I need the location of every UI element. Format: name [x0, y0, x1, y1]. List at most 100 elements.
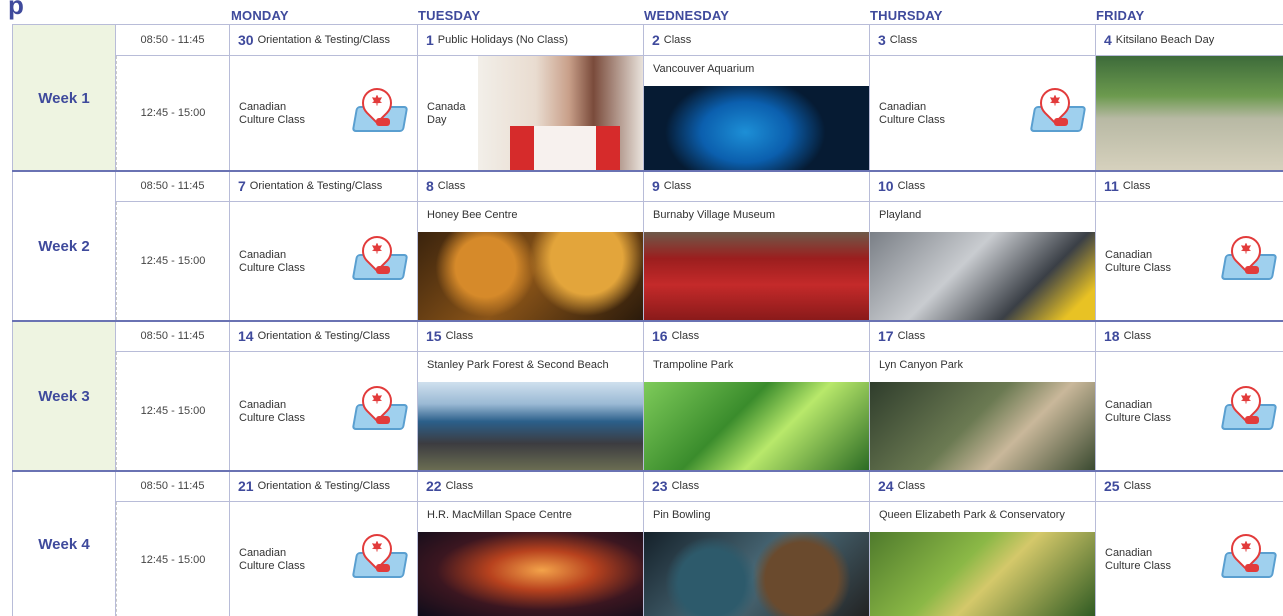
- date-number: 17: [878, 328, 894, 344]
- afternoon-row: 12:45 - 15:00 Canadian Culture Class H.R. M…: [116, 502, 1283, 616]
- culture-line-1: Canadian: [879, 100, 927, 113]
- culture-line-1: Canadian: [1105, 398, 1153, 411]
- afternoon-cell: H.R. MacMillan Space Centre: [418, 502, 644, 616]
- day-header-tuesday: TUESDAY: [418, 8, 481, 23]
- activity-photo: [418, 382, 643, 470]
- date-number: 8: [426, 178, 434, 194]
- canada-map-pin-icon: [1028, 81, 1087, 134]
- time-slot: 08:50 - 11:45: [116, 171, 230, 201]
- time-slot: 08:50 - 11:45: [116, 321, 230, 351]
- afternoon-row: 12:45 - 15:00 Canadian Culture Class Canada…: [116, 56, 1283, 171]
- culture-line-2: Culture Class: [1105, 559, 1172, 572]
- morning-activity: Class: [663, 34, 692, 46]
- morning-row: 08:50 - 11:45 14 Orientation & Testing/Cla…: [116, 321, 1283, 352]
- day-headers: MONDAY TUESDAY WEDNESDAY THURSDAY FRIDAY: [0, 8, 1283, 24]
- activity-photo: [644, 532, 869, 616]
- afternoon-cell: Vancouver Aquarium: [644, 56, 870, 170]
- afternoon-cell: Pin Bowling: [644, 502, 870, 616]
- time-slot: 12:45 - 15:00: [116, 352, 230, 470]
- date-number: 9: [652, 178, 660, 194]
- culture-class-label: Canadian Culture Class: [239, 547, 305, 573]
- morning-activity: Class: [897, 330, 926, 342]
- activity-title: Pin Bowling: [653, 509, 711, 521]
- activity-title: Burnaby Village Museum: [653, 209, 776, 221]
- morning-activity: Class: [897, 480, 926, 492]
- culture-class-label: Canadian Culture Class: [1105, 547, 1171, 573]
- activity-title: Queen Elizabeth Park & Conservatory: [879, 509, 1065, 521]
- canada-map-pin-icon: [350, 379, 409, 432]
- week-label: Week 3: [12, 321, 116, 471]
- day-cell: 3 Class: [870, 25, 1096, 55]
- morning-row: 08:50 - 11:45 7 Orientation & Testing/Clas…: [116, 171, 1283, 202]
- day-cell: 14 Orientation & Testing/Class: [230, 321, 418, 351]
- culture-line-2: Culture Class: [239, 559, 306, 572]
- day-cell: 11 Class: [1096, 171, 1283, 201]
- morning-row: 08:50 - 11:45 30 Orientation & Testing/Cla…: [116, 25, 1283, 56]
- morning-activity: Class: [1122, 180, 1151, 192]
- morning-activity: Class: [671, 480, 700, 492]
- culture-class-label: Canadian Culture Class: [879, 101, 945, 127]
- morning-activity: Class: [1123, 480, 1152, 492]
- date-number: 7: [238, 178, 246, 194]
- afternoon-cell: Honey Bee Centre: [418, 202, 644, 320]
- afternoon-cell: Queen Elizabeth Park & Conservatory: [870, 502, 1096, 616]
- afternoon-cell: Canadian Culture Class: [870, 56, 1096, 170]
- activity-title: Vancouver Aquarium: [653, 63, 755, 75]
- activity-title: Lyn Canyon Park: [879, 359, 963, 371]
- morning-activity: Class: [671, 330, 700, 342]
- culture-line-2: Culture Class: [239, 411, 306, 424]
- time-slot: 12:45 - 15:00: [116, 202, 230, 320]
- culture-line-2: Culture Class: [879, 113, 946, 126]
- canada-map-pin-icon: [350, 81, 409, 134]
- week-separator: [12, 320, 1283, 322]
- morning-activity: Class: [897, 180, 926, 192]
- date-number: 30: [238, 32, 254, 48]
- activity-photo: [418, 232, 643, 320]
- culture-class-label: Canadian Culture Class: [239, 399, 305, 425]
- culture-line-1: Canadian: [1105, 248, 1153, 261]
- day-cell: 16 Class: [644, 321, 870, 351]
- canada-map-pin-icon: [1219, 379, 1278, 432]
- week-block: Week 3 08:50 - 11:45 14 Orientation & Testi…: [12, 320, 1283, 471]
- day-cell: 9 Class: [644, 171, 870, 201]
- culture-line-2: Culture Class: [239, 261, 306, 274]
- afternoon-cell: Canadian Culture Class: [1096, 352, 1283, 470]
- morning-activity: Class: [445, 330, 474, 342]
- canada-map-pin-icon: [1219, 527, 1278, 580]
- day-cell: 18 Class: [1096, 321, 1283, 351]
- day-header-friday: FRIDAY: [1096, 8, 1145, 23]
- canada-flag-icon: [510, 126, 620, 170]
- activity-photo: [644, 232, 869, 320]
- schedule-grid: Week 1 08:50 - 11:45 30 Orientation & Testi…: [12, 24, 1283, 616]
- time-slot: 12:45 - 15:00: [116, 502, 230, 616]
- week-block: Week 2 08:50 - 11:45 7 Orientation & Testin…: [12, 170, 1283, 321]
- afternoon-cell: Canadian Culture Class: [230, 202, 418, 320]
- day-cell: 2 Class: [644, 25, 870, 55]
- activity-title: Trampoline Park: [653, 359, 734, 371]
- activity-photo: [418, 532, 643, 616]
- day-cell: 15 Class: [418, 321, 644, 351]
- afternoon-cell: Playland: [870, 202, 1096, 320]
- date-number: 1: [426, 32, 434, 48]
- morning-activity: Class: [437, 180, 466, 192]
- afternoon-cell: Canadian Culture Class: [230, 502, 418, 616]
- date-number: 3: [878, 32, 886, 48]
- date-number: 14: [238, 328, 254, 344]
- time-slot: 08:50 - 11:45: [116, 471, 230, 501]
- morning-activity: Class: [889, 34, 918, 46]
- date-number: 2: [652, 32, 660, 48]
- date-number: 22: [426, 478, 442, 494]
- day-cell: 24 Class: [870, 471, 1096, 501]
- activity-title: Playland: [879, 209, 922, 221]
- morning-activity: Public Holidays (No Class): [437, 34, 569, 46]
- culture-line-2: Culture Class: [239, 113, 306, 126]
- culture-class-label: Canadian Culture Class: [1105, 249, 1171, 275]
- morning-activity: Kitsilano Beach Day: [1115, 34, 1215, 46]
- morning-activity: Orientation & Testing/Class: [257, 34, 391, 46]
- activity-photo: [1096, 56, 1283, 170]
- culture-line-1: Canadian: [239, 100, 287, 113]
- week-block: Week 4 08:50 - 11:45 21 Orientation & Testi…: [12, 470, 1283, 616]
- morning-activity: Orientation & Testing/Class: [257, 330, 391, 342]
- culture-line-2: Culture Class: [1105, 261, 1172, 274]
- week-separator: [12, 470, 1283, 472]
